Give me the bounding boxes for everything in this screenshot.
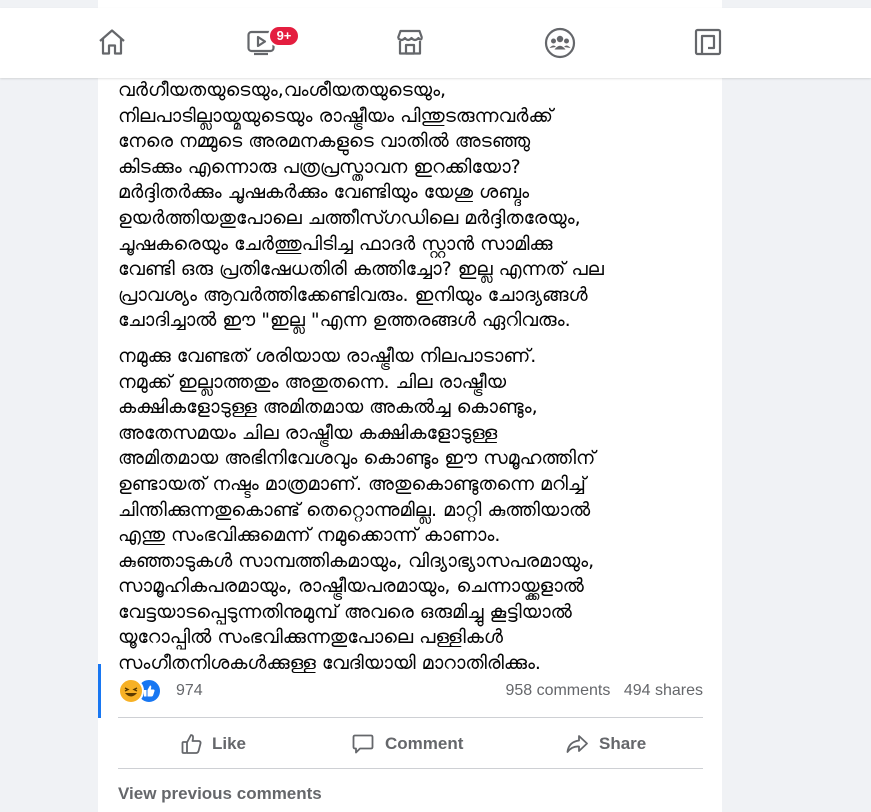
post-paragraph: വർഗീയതയുടെയും,വംശീയതയുടെയും, നിലപാടില്ലാ…	[118, 79, 604, 332]
post-paragraph: നമുക്കു വേണ്ടത് ശരിയായ രാഷ്ട്രീയ നിലപാടാ…	[118, 344, 596, 675]
share-label: Share	[599, 734, 647, 753]
home-icon	[99, 29, 125, 55]
nav-marketplace[interactable]	[387, 22, 433, 64]
post-stats: 958 comments 494 shares	[505, 682, 703, 700]
view-previous-comments-link[interactable]: View previous comments	[118, 784, 322, 804]
haha-icon	[118, 678, 144, 704]
nav-home[interactable]	[89, 22, 135, 64]
post-body: വർഗീയതയുടെയും,വംശീയതയുടെയും, നിലപാടില്ലാ…	[118, 78, 718, 677]
comment-button[interactable]: Comment	[351, 728, 473, 764]
comment-icon	[352, 734, 374, 754]
shares-count-link[interactable]: 494 shares	[624, 682, 703, 699]
divider	[118, 717, 703, 718]
divider	[118, 768, 703, 769]
share-button[interactable]: Share	[565, 728, 649, 764]
marketplace-icon	[396, 29, 424, 55]
comment-label: Comment	[385, 734, 464, 753]
share-icon	[566, 735, 588, 753]
post-card: വർഗീയതയുടെയും,വംശീയതയുടെയും, നിലപാടില്ലാ…	[98, 0, 722, 812]
gaming-icon	[694, 28, 722, 56]
top-navigation-bar: 9+	[0, 8, 871, 78]
nav-gaming[interactable]	[685, 22, 731, 64]
comments-count-link[interactable]: 958 comments	[505, 682, 610, 699]
reaction-count[interactable]: 974	[176, 682, 203, 700]
groups-icon	[544, 27, 576, 59]
accent-bar	[98, 664, 101, 718]
like-label: Like	[212, 734, 247, 753]
thumbs-up-icon	[181, 734, 202, 754]
nav-groups[interactable]	[536, 22, 582, 64]
like-button[interactable]: Like	[180, 728, 250, 764]
watch-notification-badge: 9+	[268, 25, 300, 47]
